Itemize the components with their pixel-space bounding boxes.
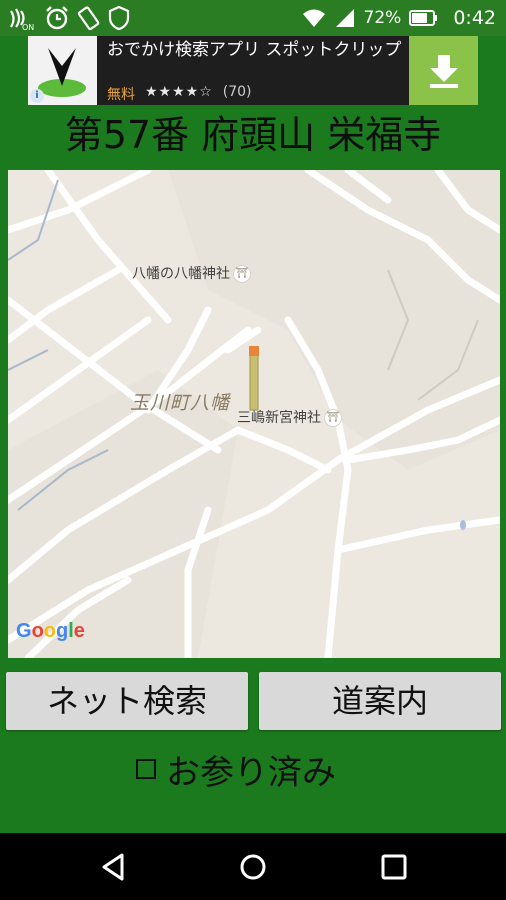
torii-icon: ⛩: [233, 265, 251, 283]
ad-meta: 無料 ★★★★☆ (70): [107, 84, 252, 104]
navigation-bar: [0, 833, 506, 900]
ad-title[interactable]: おでかけ検索アプリ スポットクリップ: [107, 38, 407, 62]
google-letter: g: [56, 620, 69, 642]
page-title: 第57番 府頭山 栄福寺: [64, 113, 442, 157]
home-icon[interactable]: [235, 849, 271, 885]
wifi-icon: [302, 9, 325, 27]
map-area-label: 玉川町八幡: [130, 392, 231, 414]
shield-icon: [108, 5, 130, 31]
recents-icon[interactable]: [376, 849, 412, 885]
google-letter: o: [31, 620, 44, 642]
google-letter: o: [43, 620, 56, 642]
svg-text:ON: ON: [22, 23, 34, 31]
map-label-mishima-shrine: 三嶋新宮神社 ⛩: [237, 407, 342, 427]
nfc-on-icon: ON: [10, 8, 34, 31]
ad-rating-stars: ★★★★☆: [145, 84, 213, 100]
route-guide-button[interactable]: 道案内: [259, 672, 501, 730]
google-letter: G: [16, 620, 32, 642]
ad-info-icon[interactable]: i: [30, 89, 44, 103]
screen-rotation-icon: [77, 6, 100, 31]
map-label-hachiman-shrine: 八幡の八幡神社 ⛩: [132, 263, 251, 283]
ad-review-count: (70): [222, 84, 252, 100]
google-logo: Google: [16, 620, 85, 643]
google-letter: e: [73, 620, 85, 642]
ad-price: 無料: [107, 87, 135, 103]
battery-icon: [409, 10, 438, 26]
battery-percent: 72%: [363, 8, 402, 28]
clock: 0:42: [453, 7, 496, 29]
app-logo-icon[interactable]: i: [28, 36, 97, 105]
map-label-text: 三嶋新宮神社: [237, 410, 321, 426]
visited-checkbox[interactable]: [136, 759, 156, 779]
torii-icon: ⛩: [324, 409, 342, 427]
net-search-button[interactable]: ネット検索: [6, 672, 248, 730]
status-right-icons: 72% 0:42: [302, 0, 496, 36]
visited-label[interactable]: お参り済み: [166, 745, 336, 794]
status-bar: ON 72% 0:42: [0, 0, 506, 36]
back-icon[interactable]: [96, 849, 132, 885]
signal-icon: [335, 9, 354, 27]
map-view[interactable]: 八幡の八幡神社 ⛩ 三嶋新宮神社 ⛩ 玉川町八幡 Google: [8, 170, 500, 658]
ad-install-button[interactable]: [409, 36, 478, 105]
alarm-icon: [46, 6, 68, 30]
download-icon: [429, 54, 458, 88]
visited-checkbox-row[interactable]: お参り済み: [136, 744, 336, 794]
map-label-text: 八幡の八幡神社: [132, 266, 230, 282]
ad-banner[interactable]: i おでかけ検索アプリ スポットクリップ 無料 ★★★★☆ (70): [28, 36, 478, 105]
status-left-icons: ON: [8, 4, 130, 32]
